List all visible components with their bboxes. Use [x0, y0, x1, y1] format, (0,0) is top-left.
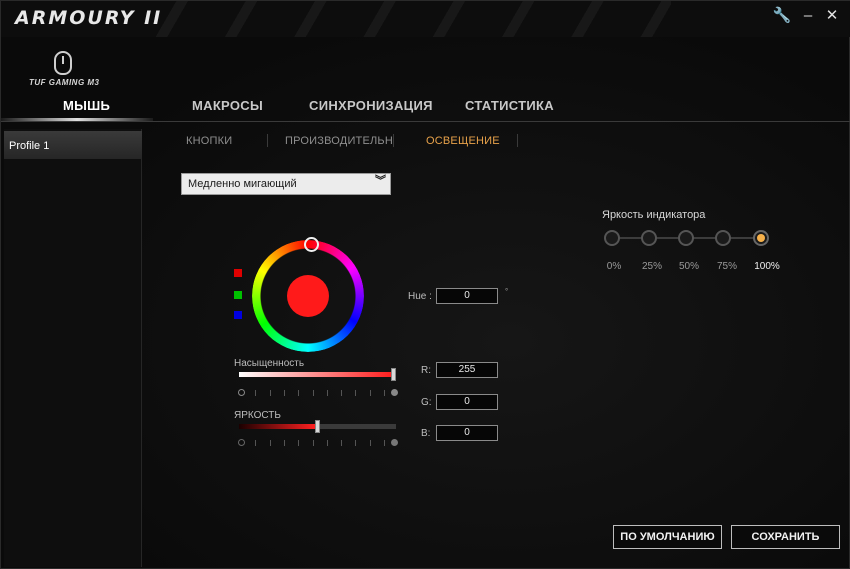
default-button[interactable]: ПО УМОЛЧАНИЮ: [613, 525, 722, 549]
brightness-slider[interactable]: [239, 420, 396, 433]
saturation-scale: [238, 389, 398, 398]
tab-macros[interactable]: МАКРОСЫ: [192, 98, 263, 113]
subtab-performance[interactable]: ПРОИЗВОДИТЕЛЬН: [285, 135, 393, 147]
red-swatch[interactable]: [234, 269, 242, 277]
main-nav: МЫШЬ МАКРОСЫ СИНХРОНИЗАЦИЯ СТАТИСТИКА: [1, 93, 850, 122]
subtab-separator: [393, 134, 394, 147]
blue-label: B:: [421, 428, 431, 439]
scale-tick: [283, 390, 285, 396]
saturation-thumb[interactable]: [391, 368, 396, 381]
scale-tick: [326, 390, 328, 396]
brightness-fill: [239, 424, 315, 429]
hue-input[interactable]: 0: [436, 288, 498, 304]
indicator-level-75[interactable]: [715, 230, 731, 246]
scale-tick: [255, 390, 257, 396]
brightness-thumb[interactable]: [315, 420, 320, 433]
brightness-scale: [238, 439, 398, 448]
scale-tick: [341, 390, 343, 396]
subtab-lighting[interactable]: ОСВЕЩЕНИЕ: [426, 135, 500, 147]
hue-label: Hue :: [408, 291, 432, 302]
scale-tick: [355, 440, 357, 446]
scale-tick: [384, 440, 385, 446]
indicator-level-50[interactable]: [678, 230, 694, 246]
indicator-tick-label: 50%: [678, 261, 699, 272]
scale-max-dot: [391, 439, 398, 446]
saturation-slider[interactable]: [239, 368, 396, 381]
blue-swatch[interactable]: [234, 311, 242, 319]
title-bar-decoration: [151, 1, 671, 37]
blue-input[interactable]: 0: [436, 425, 498, 441]
tab-statistics[interactable]: СТАТИСТИКА: [465, 98, 554, 113]
settings-wrench-icon[interactable]: 🔧: [771, 5, 793, 27]
green-input[interactable]: 0: [436, 394, 498, 410]
red-input[interactable]: 255: [436, 362, 498, 378]
tab-sync[interactable]: СИНХРОНИЗАЦИЯ: [309, 98, 433, 113]
scale-tick: [298, 440, 300, 446]
scale-tick: [384, 390, 385, 396]
red-label: R:: [421, 365, 431, 376]
scale-tick: [283, 440, 285, 446]
profile-item[interactable]: Profile 1: [4, 131, 142, 159]
lighting-effect-dropdown[interactable]: Медленно мигающий ︾: [181, 173, 391, 195]
subtab-separator: [517, 134, 518, 147]
indicator-tick-label: 25%: [641, 261, 662, 272]
indicator-level-25[interactable]: [641, 230, 657, 246]
current-color-preview: [287, 275, 329, 317]
scale-tick: [298, 390, 300, 396]
nav-divider: [1, 121, 850, 122]
scale-tick: [326, 440, 328, 446]
subtab-separator: [267, 134, 268, 147]
brightness-label: ЯРКОСТЬ: [234, 410, 281, 421]
color-wheel-handle[interactable]: [304, 237, 319, 252]
lighting-effect-value: Медленно мигающий: [188, 178, 297, 190]
scale-tick: [355, 390, 357, 396]
indicator-tick-label: 75%: [716, 261, 737, 272]
indicator-brightness-label: Яркость индикатора: [602, 209, 706, 221]
profile-sidebar: Profile 1: [4, 129, 142, 567]
device-name: TUF GAMING M3: [29, 78, 100, 87]
mouse-icon: [54, 51, 72, 75]
armoury-window: ARMOURY II 🔧 – ✕ TUF GAMING M3 МЫШЬ МАКР…: [0, 0, 850, 569]
degree-symbol: °: [505, 287, 509, 296]
indicator-tick-label-selected: 100%: [754, 261, 780, 272]
scale-tick: [312, 440, 314, 446]
scale-tick: [369, 390, 371, 396]
green-label: G:: [421, 397, 432, 408]
scale-tick: [312, 390, 314, 396]
saturation-label: Насыщенность: [234, 358, 305, 369]
scale-max-dot: [391, 389, 398, 396]
indicator-level-0[interactable]: [604, 230, 620, 246]
title-bar: ARMOURY II 🔧 – ✕: [1, 1, 850, 37]
indicator-tick-label: 0%: [606, 261, 622, 272]
scale-tick: [341, 440, 343, 446]
device-logo: TUF GAMING M3: [23, 51, 113, 89]
green-swatch[interactable]: [234, 291, 242, 299]
scale-tick: [255, 440, 257, 446]
saturation-fill: [239, 372, 391, 377]
close-button[interactable]: ✕: [821, 5, 843, 27]
app-title: ARMOURY II: [15, 7, 163, 29]
scale-tick: [369, 440, 371, 446]
minimize-button[interactable]: –: [797, 5, 819, 27]
subtab-buttons[interactable]: КНОПКИ: [186, 135, 232, 147]
scale-min-dot: [238, 439, 245, 446]
scale-tick: [269, 440, 271, 446]
scale-tick: [269, 390, 271, 396]
scale-min-dot: [238, 389, 245, 396]
indicator-level-100[interactable]: [753, 230, 769, 246]
tab-mouse[interactable]: МЫШЬ: [63, 98, 110, 113]
save-button[interactable]: СОХРАНИТЬ: [731, 525, 840, 549]
chevron-double-down-icon: ︾: [375, 175, 386, 187]
